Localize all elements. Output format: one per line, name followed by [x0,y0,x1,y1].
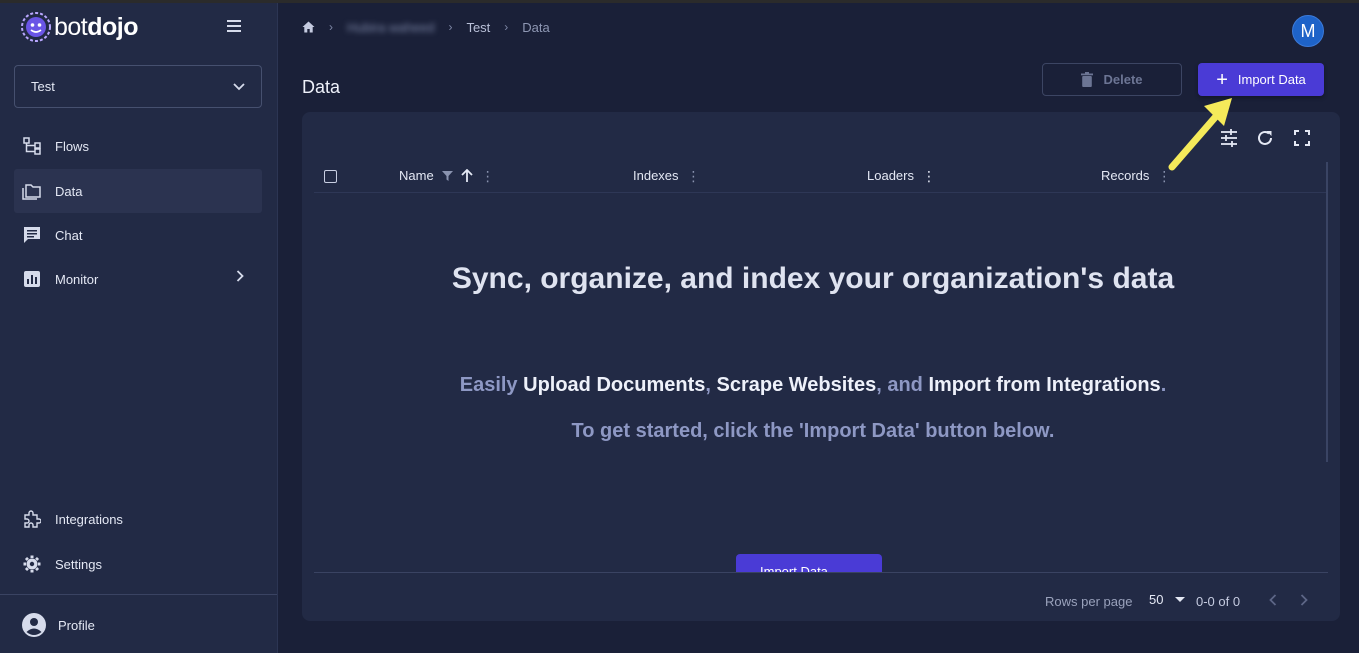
rows-per-page-select[interactable]: 50 [1149,592,1186,607]
sidebar-item-label: Monitor [55,271,99,287]
trash-icon [1081,72,1094,87]
empty-state-headline: Sync, organize, and index your organizat… [451,262,1175,295]
chat-icon [22,225,42,245]
column-label: Loaders [867,168,914,183]
user-avatar[interactable]: M [1292,15,1324,47]
column-menu-icon[interactable]: ⋮ [481,169,495,183]
breadcrumb-separator: › [329,20,333,34]
empty-state-description: Easily Upload Documents, Scrape Websites… [459,374,1167,396]
grid-header: Name ⋮ Indexes ⋮ Loaders ⋮ Records ⋮ [314,160,1326,193]
breadcrumb-project[interactable]: Test [466,20,490,35]
menu-toggle-icon[interactable] [222,17,246,37]
refresh-icon[interactable] [1254,127,1276,149]
sidebar-item-label: Chat [55,227,83,243]
sidebar: botdojo Test Flows Data Chat Monitor Int… [0,3,278,653]
sort-ascending-icon[interactable] [461,169,473,182]
chevron-right-icon [1300,594,1308,606]
column-header-loaders[interactable]: Loaders ⋮ [867,168,936,183]
folder-icon [22,181,42,201]
chevron-down-icon [233,82,245,90]
sidebar-item-flows[interactable]: Flows [14,124,262,168]
empty-state-import-label: Import Data [760,564,828,572]
sidebar-item-chat[interactable]: Chat [14,213,262,257]
caret-down-icon [1175,597,1186,602]
sidebar-item-label: Profile [58,617,95,633]
sidebar-item-label: Integrations [55,511,123,527]
sidebar-divider [0,594,277,595]
profile-avatar-icon [22,613,46,637]
column-header-name[interactable]: Name ⋮ [399,168,495,183]
sidebar-item-settings[interactable]: Settings [14,542,262,586]
column-header-indexes[interactable]: Indexes ⋮ [633,168,701,183]
breadcrumb-org[interactable]: Hubira waheed [347,20,434,35]
chevron-right-icon [236,270,244,282]
column-label: Name [399,168,434,183]
breadcrumb-current: Data [522,19,550,35]
import-data-label: Import Data [1237,72,1306,87]
logo[interactable]: botdojo [20,11,139,43]
previous-page-button[interactable] [1263,590,1283,610]
next-page-button[interactable] [1294,590,1314,610]
page-title: Data [302,77,341,97]
sidebar-item-label: Data [55,183,83,199]
column-label: Records [1101,168,1150,183]
select-all-checkbox[interactable] [324,170,337,183]
botdojo-logo-icon [21,12,51,42]
sidebar-item-monitor[interactable]: Monitor [14,257,262,301]
puzzle-icon [22,509,42,529]
home-icon[interactable] [302,21,315,33]
sidebar-item-integrations[interactable]: Integrations [14,497,262,541]
rows-per-page-value: 50 [1149,592,1164,607]
gear-icon [22,554,42,574]
sidebar-item-data[interactable]: Data [14,169,262,213]
delete-button[interactable]: Delete [1042,63,1182,96]
import-data-button[interactable]: + Import Data [1198,63,1324,96]
page-range: 0-0 of 0 [1196,594,1241,609]
grid-scrollbar[interactable] [1326,162,1328,462]
delete-button-label: Delete [1103,72,1143,87]
monitor-icon [22,269,42,289]
sidebar-item-label: Settings [55,556,102,572]
plus-icon: + [1216,68,1228,91]
project-select[interactable]: Test [14,65,262,108]
logo-text: botdojo [54,12,139,41]
column-menu-icon[interactable]: ⋮ [687,169,701,183]
empty-state-import-button[interactable]: Import Data [736,554,882,572]
chevron-left-icon [1269,594,1277,606]
breadcrumb: › Hubira waheed › Test › Data [302,18,550,36]
rows-per-page-label: Rows per page [1045,594,1133,609]
flow-icon [22,136,42,156]
breadcrumb-separator: › [448,20,453,34]
column-menu-icon[interactable]: ⋮ [922,169,936,183]
sidebar-item-profile[interactable]: Profile [14,603,262,647]
filter-icon[interactable] [441,170,453,181]
column-settings-icon[interactable] [1218,127,1240,149]
column-menu-icon[interactable]: ⋮ [1157,169,1171,183]
breadcrumb-separator: › [504,20,509,34]
sidebar-item-label: Flows [55,138,89,154]
fullscreen-icon[interactable] [1291,127,1313,149]
empty-state-instruction: To get started, click the 'Import Data' … [571,420,1055,442]
project-select-value: Test [31,79,55,94]
column-label: Indexes [633,168,679,183]
data-grid-panel: Name ⋮ Indexes ⋮ Loaders ⋮ Records ⋮ Syn… [302,112,1340,621]
grid-footer: Rows per page 50 0-0 of 0 [314,572,1328,621]
column-header-records[interactable]: Records ⋮ [1101,168,1171,183]
